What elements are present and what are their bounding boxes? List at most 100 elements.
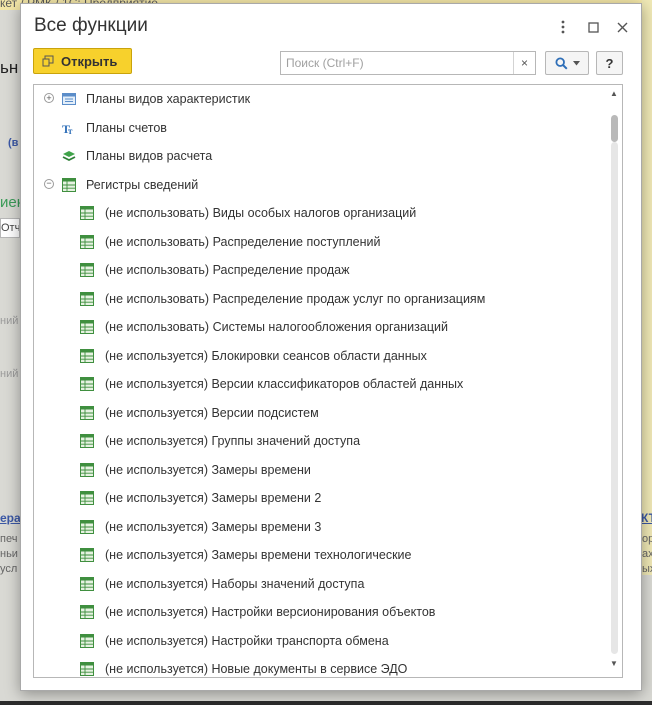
- tree-group-row[interactable]: + Планы видов характеристик: [34, 85, 606, 114]
- background-scrollbar: [642, 0, 652, 575]
- search-clear-button[interactable]: ×: [513, 52, 535, 74]
- information-register-icon: [80, 263, 94, 277]
- tree-item-row[interactable]: (не использовать) Системы налогообложени…: [34, 313, 606, 342]
- scroll-up-arrow[interactable]: ▲: [610, 89, 618, 98]
- close-icon: [617, 22, 627, 32]
- background-text-fragment: ах: [642, 548, 652, 560]
- tree-item-row[interactable]: (не используется) Замеры времени 2: [34, 484, 606, 513]
- search-button[interactable]: [545, 51, 589, 75]
- tree-item-label: (не используется) Блокировки сеансов обл…: [105, 348, 427, 363]
- tree-item-label: (не используется) Новые документы в серв…: [105, 662, 408, 677]
- svg-text:т: т: [68, 126, 73, 135]
- tree-item-row[interactable]: (не используется) Версии подсистем: [34, 399, 606, 428]
- information-register-icon: [80, 605, 94, 619]
- chart-of-characteristic-types-icon: [62, 92, 76, 106]
- all-functions-dialog: Все функции Открыть × ? + Планы видов хар…: [20, 3, 642, 691]
- tree-item-row[interactable]: (не используется) Замеры времени техноло…: [34, 541, 606, 570]
- information-register-icon: [80, 348, 94, 363]
- tree-item-label: Планы видов характеристик: [86, 92, 251, 107]
- information-register-icon: [80, 491, 94, 505]
- help-label: ?: [605, 55, 614, 71]
- information-register-icon: [80, 519, 94, 534]
- tree-item-label: (не используется) Настройки транспорта о…: [105, 633, 389, 648]
- tree-item-label: (не использовать) Распределение поступле…: [105, 234, 381, 249]
- tree-item-label: (не использовать) Виды особых налогов ор…: [105, 206, 417, 221]
- maximize-icon: [587, 21, 599, 33]
- more-vertical-icon: [561, 20, 565, 34]
- information-register-icon: [80, 206, 94, 220]
- scrollbar-track[interactable]: [611, 142, 618, 654]
- information-register-icon: [80, 633, 94, 648]
- information-register-icon: [80, 548, 94, 562]
- tree-item-row[interactable]: (не использовать) Распределение продаж: [34, 256, 606, 285]
- open-button[interactable]: Открыть: [33, 48, 132, 74]
- background-text-fragment: печ: [0, 533, 18, 545]
- more-actions-button[interactable]: [553, 17, 573, 37]
- tree-item-label: (не использовать) Системы налогообложени…: [105, 320, 448, 335]
- information-register-icon: [80, 377, 94, 391]
- tree-item-row[interactable]: (не использовать) Распределение поступле…: [34, 228, 606, 257]
- search-field[interactable]: ×: [280, 51, 536, 75]
- tree-item-row[interactable]: (не используется) Новые документы в серв…: [34, 655, 606, 677]
- background-text-fragment: ний: [0, 368, 19, 380]
- dialog-title: Все функции: [34, 15, 148, 36]
- tree-group-row[interactable]: Планы видов расчета: [34, 142, 606, 171]
- background-text-fragment: усл: [0, 563, 18, 575]
- information-register-icon: [80, 576, 94, 591]
- tree-item-row[interactable]: (не используется) Замеры времени: [34, 456, 606, 485]
- tree-item-label: (не используется) Версии классификаторов…: [105, 377, 464, 392]
- tree-list: + Планы видов характеристик Тт Планы счетов…: [34, 85, 606, 677]
- expand-icon[interactable]: +: [44, 93, 54, 103]
- tree-item-row[interactable]: (не используется) Блокировки сеансов обл…: [34, 342, 606, 371]
- tree-item-row[interactable]: (не используется) Настройки версионирова…: [34, 598, 606, 627]
- chevron-down-icon: [572, 60, 580, 65]
- information-register-icon: [80, 434, 94, 448]
- tree-item-label: Планы видов расчета: [86, 149, 213, 164]
- tree-item-label: (не используется) Группы значений доступ…: [105, 434, 361, 449]
- tree-item-row[interactable]: (не использовать) Распределение продаж у…: [34, 285, 606, 314]
- tree-item-row[interactable]: (не используется) Настройки транспорта о…: [34, 627, 606, 656]
- tree-item-label: (не используется) Замеры времени: [105, 462, 311, 477]
- background-tab-fragment: (в: [8, 137, 19, 149]
- tree-item-label: (не использовать) Распределение продаж у…: [105, 291, 486, 306]
- maximize-button[interactable]: [583, 17, 603, 37]
- tree-item-row[interactable]: (не используется) Версии классификаторов…: [34, 370, 606, 399]
- information-register-icon: [80, 662, 94, 676]
- background-input-fragment: Отче: [0, 218, 20, 238]
- background-text-fragment: ньи: [0, 548, 18, 560]
- open-icon: [42, 55, 54, 67]
- tree-item-row[interactable]: (не используется) Группы значений доступ…: [34, 427, 606, 456]
- collapse-icon[interactable]: −: [44, 178, 54, 189]
- tree-item-row[interactable]: (не используется) Наборы значений доступ…: [34, 570, 606, 599]
- tree-item-label: (не используется) Наборы значений доступ…: [105, 576, 365, 591]
- tree-item-row[interactable]: (не используется) Замеры времени 3: [34, 513, 606, 542]
- close-button[interactable]: [612, 17, 632, 37]
- tree-group-row[interactable]: Тт Планы счетов: [34, 114, 606, 143]
- chart-of-accounts-icon: Тт: [62, 121, 76, 136]
- scroll-down-arrow[interactable]: ▼: [610, 659, 618, 668]
- tree-item-label: (не используется) Настройки версионирова…: [105, 605, 436, 620]
- scrollbar-thumb[interactable]: [611, 115, 618, 142]
- tree-item-label: (не используется) Замеры времени техноло…: [105, 548, 412, 563]
- tree-item-row[interactable]: (не использовать) Виды особых налогов ор…: [34, 199, 606, 228]
- functions-tree[interactable]: + Планы видов характеристик Тт Планы счетов…: [33, 84, 623, 678]
- tree-item-label: (не использовать) Распределение продаж: [105, 263, 350, 278]
- background-heading-fragment: ьн: [0, 58, 19, 77]
- open-button-label: Открыть: [61, 53, 118, 69]
- clear-icon: ×: [520, 56, 528, 70]
- tree-item-label: (не используется) Замеры времени 2: [105, 491, 322, 506]
- help-button[interactable]: ?: [596, 51, 623, 75]
- search-icon: [554, 56, 568, 70]
- tree-item-label: Регистры сведений: [86, 177, 199, 192]
- information-register-icon: [62, 177, 76, 192]
- information-register-icon: [80, 291, 94, 306]
- background-taskbar-edge: [0, 701, 652, 705]
- tree-group-row[interactable]: − Регистры сведений: [34, 171, 606, 200]
- background-text-fragment: ор: [642, 533, 652, 545]
- background-text-fragment: ых: [642, 563, 652, 575]
- tree-item-label: Планы счетов: [86, 120, 167, 135]
- tree-item-label: (не используется) Версии подсистем: [105, 405, 319, 420]
- search-input[interactable]: [281, 52, 513, 74]
- tree-item-label: (не используется) Замеры времени 3: [105, 519, 322, 534]
- information-register-icon: [80, 320, 94, 334]
